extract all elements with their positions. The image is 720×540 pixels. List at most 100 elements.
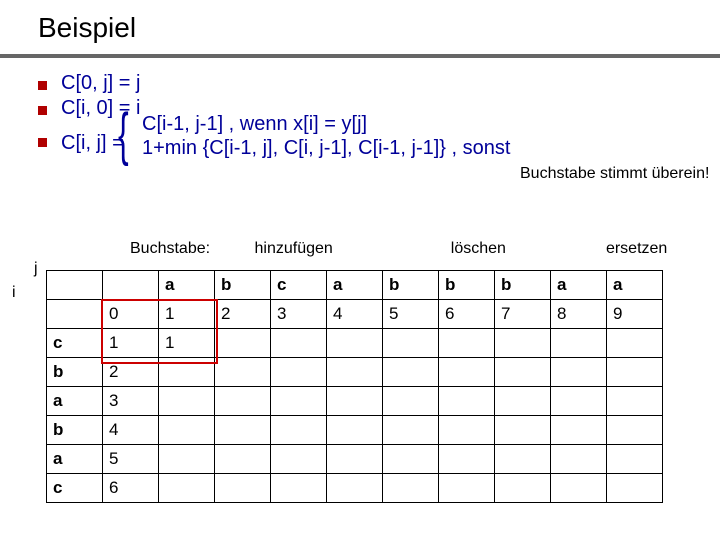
cell: 5: [383, 300, 439, 329]
cell: [551, 387, 607, 416]
bullet-1: C[0, j] = j: [38, 72, 720, 95]
case-1: C[i-1, j-1] , wenn x[i] = y[j]: [142, 112, 510, 136]
cell: 3: [103, 387, 159, 416]
cell: [271, 329, 327, 358]
table-row: a 5: [47, 445, 663, 474]
cases-block: C[i-1, j-1] , wenn x[i] = y[j] 1+min {C[…: [142, 112, 510, 160]
cell: [159, 445, 215, 474]
cell: 6: [103, 474, 159, 503]
brace-icon: {: [118, 106, 129, 164]
row-header: b: [47, 416, 103, 445]
cell: [607, 329, 663, 358]
table-row: 0 1 2 3 4 5 6 7 8 9: [47, 300, 663, 329]
cell: [215, 387, 271, 416]
cell: [383, 474, 439, 503]
col-header: b: [495, 271, 551, 300]
row-header: b: [47, 358, 103, 387]
cell: [439, 358, 495, 387]
col-header: b: [215, 271, 271, 300]
cell: [215, 445, 271, 474]
bullet-list: C[0, j] = j C[i, 0] = i C[i, j] = { C[i-…: [0, 72, 720, 170]
cell: 4: [327, 300, 383, 329]
cell: 3: [271, 300, 327, 329]
row-header: [47, 300, 103, 329]
slide: Beispiel C[0, j] = j C[i, 0] = i C[i, j]…: [0, 0, 720, 540]
cell: [159, 416, 215, 445]
bullet-1-text: C[0, j] = j: [61, 72, 140, 95]
cell: 9: [607, 300, 663, 329]
note-match: Buchstabe stimmt überein!: [520, 165, 709, 183]
cell: [439, 416, 495, 445]
cell: [215, 416, 271, 445]
col-header: a: [551, 271, 607, 300]
cell: [383, 387, 439, 416]
cell: [271, 474, 327, 503]
cell: 7: [495, 300, 551, 329]
cell: [159, 474, 215, 503]
bullet-3: C[i, j] = { C[i-1, j-1] , wenn x[i] = y[…: [38, 122, 720, 170]
cell: [271, 416, 327, 445]
col-header: [47, 271, 103, 300]
row-header: c: [47, 474, 103, 503]
bullet-3-left: C[i, j] =: [61, 132, 124, 155]
cell: 1: [159, 300, 215, 329]
table-row: a 3: [47, 387, 663, 416]
cell: [607, 445, 663, 474]
cell: [495, 474, 551, 503]
cell: [327, 329, 383, 358]
slide-title: Beispiel: [0, 12, 720, 44]
cell: [495, 416, 551, 445]
cell: [383, 445, 439, 474]
dp-table: a b c a b b b a a 0 1 2 3 4 5 6 7 8 9 c …: [46, 270, 663, 503]
cell: [271, 358, 327, 387]
cell: [159, 387, 215, 416]
cell: [551, 358, 607, 387]
col-header: [103, 271, 159, 300]
table-header-row: a b c a b b b a a: [47, 271, 663, 300]
annot-delete: löschen: [451, 240, 506, 258]
cell: 0: [103, 300, 159, 329]
col-header: b: [439, 271, 495, 300]
bullet-square-icon: [38, 106, 47, 115]
cell: [607, 387, 663, 416]
axis-j-label: j: [34, 260, 38, 278]
cell: [159, 358, 215, 387]
cell: [551, 329, 607, 358]
cell: 6: [439, 300, 495, 329]
annotation-row: Buchstabe: hinzufügen löschen ersetzen: [130, 240, 690, 258]
row-header: c: [47, 329, 103, 358]
cell: [495, 387, 551, 416]
row-header: a: [47, 445, 103, 474]
case-2: 1+min {C[i-1, j], C[i, j-1], C[i-1, j-1]…: [142, 136, 510, 160]
cell: [439, 329, 495, 358]
table-row: c 6: [47, 474, 663, 503]
cell: 4: [103, 416, 159, 445]
title-underline: [0, 54, 720, 58]
col-header: a: [327, 271, 383, 300]
cell: [495, 445, 551, 474]
cell: [495, 329, 551, 358]
cell: [327, 387, 383, 416]
cell: [607, 474, 663, 503]
axis-i-label: i: [12, 284, 16, 302]
cell: [383, 329, 439, 358]
cell: [271, 387, 327, 416]
bullet-square-icon: [38, 81, 47, 90]
cell: [607, 358, 663, 387]
cell: [215, 329, 271, 358]
cell: [551, 416, 607, 445]
cell: [551, 474, 607, 503]
cell: [439, 387, 495, 416]
cell: 5: [103, 445, 159, 474]
cell: 1: [103, 329, 159, 358]
cell: [327, 358, 383, 387]
cell: [271, 445, 327, 474]
cell: [383, 358, 439, 387]
cell: 8: [551, 300, 607, 329]
row-header: a: [47, 387, 103, 416]
cell: [495, 358, 551, 387]
cell: [327, 416, 383, 445]
cell: [439, 445, 495, 474]
cell: 1: [159, 329, 215, 358]
table-row: b 4: [47, 416, 663, 445]
